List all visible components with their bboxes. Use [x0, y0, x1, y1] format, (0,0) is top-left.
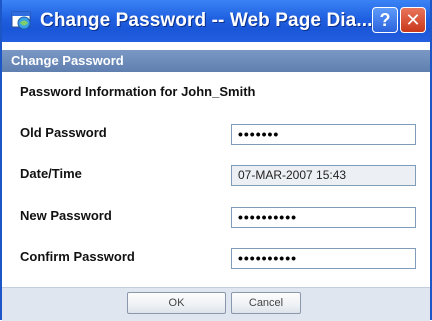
help-button[interactable]: ?: [372, 7, 398, 33]
confirm-password-input[interactable]: ••••••••••: [231, 248, 416, 269]
close-button[interactable]: ✕: [400, 7, 426, 33]
confirm-password-label: Confirm Password: [20, 249, 135, 264]
button-bar: OK Cancel: [2, 287, 430, 321]
new-password-label: New Password: [20, 208, 112, 223]
old-password-label: Old Password: [20, 125, 107, 140]
change-password-dialog: Change Password -- Web Page Dia... ? ✕ C…: [0, 0, 432, 321]
window-title: Change Password -- Web Page Dia...: [40, 10, 373, 31]
new-password-input[interactable]: ••••••••••: [231, 207, 416, 228]
section-header: Change Password: [2, 50, 430, 72]
web-page-dialog-icon: [10, 9, 34, 33]
close-icon: ✕: [405, 9, 421, 30]
help-icon: ?: [379, 9, 391, 30]
old-password-input[interactable]: •••••••: [231, 124, 416, 145]
title-bar[interactable]: Change Password -- Web Page Dia... ? ✕: [2, 0, 430, 42]
datetime-field: 07-MAR-2007 15:43: [231, 165, 416, 186]
cancel-button[interactable]: Cancel: [231, 292, 301, 314]
password-info-label: Password Information for John_Smith: [20, 84, 256, 99]
ok-button[interactable]: OK: [127, 292, 226, 314]
datetime-label: Date/Time: [20, 166, 82, 181]
